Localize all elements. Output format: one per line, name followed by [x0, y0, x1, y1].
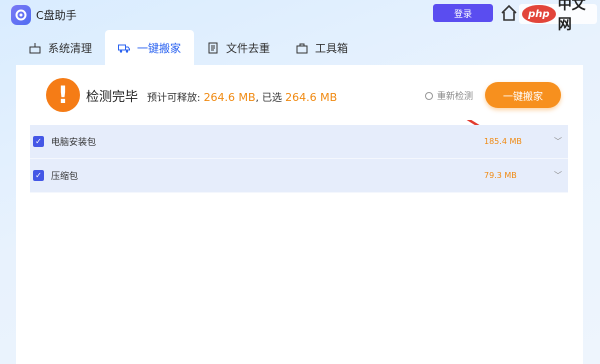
title-bar: C盘助手 登录 php 中文网 [0, 0, 600, 33]
truck-icon [118, 42, 130, 54]
toolbox-icon [296, 42, 308, 54]
tab-label: 系统清理 [48, 41, 92, 55]
watermark-text: 中文网 [557, 0, 586, 33]
rescan-label: 重新检测 [437, 92, 474, 102]
item-name: 压缩包 [51, 172, 79, 182]
checkbox[interactable]: ✓ [33, 170, 44, 181]
watermark-logo: php [522, 5, 556, 23]
status-title: 检测完毕 [86, 90, 139, 105]
app-title: C盘助手 [36, 9, 77, 22]
tab-label: 工具箱 [315, 41, 348, 55]
list-item[interactable]: ✓ 电脑安装包 185.4 MB ﹀ [30, 125, 568, 159]
broom-icon [29, 42, 41, 54]
selected-value: 264.6 MB [285, 91, 338, 104]
warning-icon: ! [46, 78, 80, 112]
releasable-value: 264.6 MB [203, 91, 256, 104]
tab-system-clean[interactable]: 系统清理 [16, 30, 105, 65]
tab-label: 文件去重 [226, 41, 270, 55]
item-list: ✓ 电脑安装包 185.4 MB ﹀ ✓ 压缩包 79.3 MB ﹀ [30, 125, 568, 193]
file-icon [207, 42, 219, 54]
tab-one-click-move[interactable]: 一键搬家 [105, 30, 194, 65]
login-button[interactable]: 登录 [433, 4, 493, 22]
tab-toolbox[interactable]: 工具箱 [283, 30, 361, 65]
tab-bar: 系统清理 一键搬家 文件去重 工具箱 [16, 30, 361, 65]
tab-label: 一键搬家 [137, 41, 181, 55]
releasable-label: 预计可释放: [147, 93, 201, 104]
item-size: 79.3 MB [484, 171, 517, 180]
main-panel: ! 检测完毕 预计可释放: 264.6 MB, 已选 264.6 MB 重新检测… [16, 65, 583, 364]
rescan-button[interactable]: 重新检测 [425, 89, 473, 102]
app-logo-icon [11, 5, 31, 25]
chevron-down-icon[interactable]: ﹀ [548, 136, 568, 147]
home-icon[interactable] [500, 4, 518, 22]
watermark: php 中文网 [519, 0, 597, 33]
one-click-move-button[interactable]: 一键搬家 [485, 82, 561, 108]
item-name: 电脑安装包 [51, 138, 97, 148]
tab-file-dedupe[interactable]: 文件去重 [194, 30, 283, 65]
list-item[interactable]: ✓ 压缩包 79.3 MB ﹀ [30, 159, 568, 193]
refresh-icon [425, 91, 433, 100]
item-size: 185.4 MB [484, 137, 522, 146]
selected-label: , 已选 [255, 93, 282, 104]
checkbox[interactable]: ✓ [33, 136, 44, 147]
chevron-down-icon[interactable]: ﹀ [548, 170, 568, 181]
release-summary: 预计可释放: 264.6 MB, 已选 264.6 MB [147, 89, 337, 104]
